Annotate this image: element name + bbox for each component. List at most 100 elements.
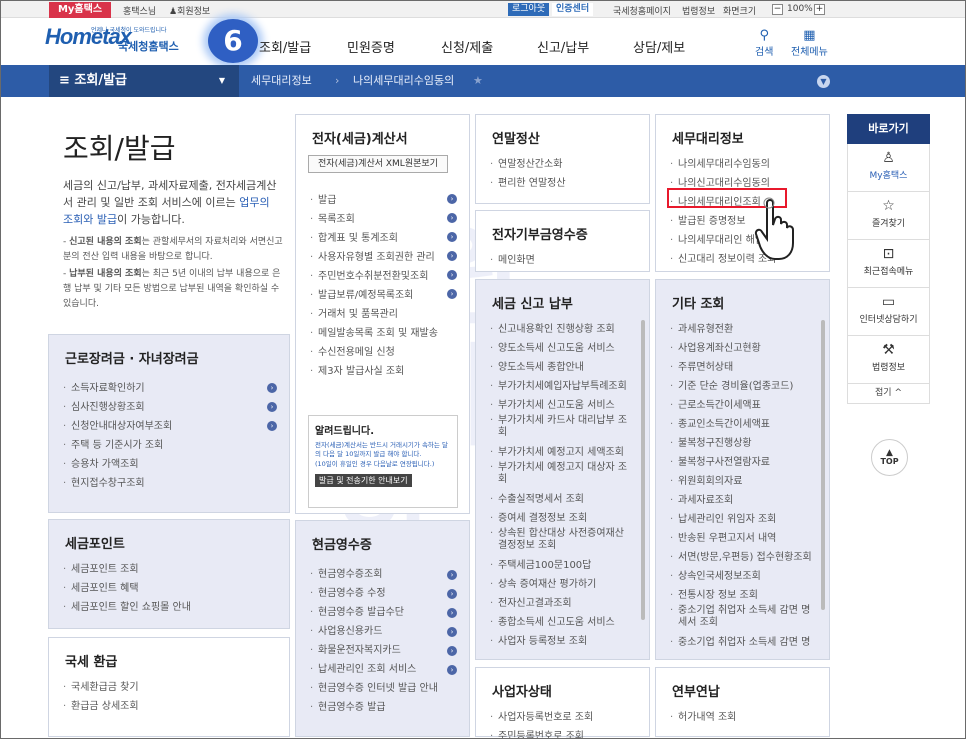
- list-item[interactable]: 부가가치세 신고도움 서비스: [476, 396, 636, 415]
- list-item[interactable]: 세금포인트 조회: [49, 560, 289, 579]
- scrollbar[interactable]: [641, 320, 645, 620]
- list-item[interactable]: 수신전용메일 신청: [296, 343, 469, 362]
- list-item[interactable]: 주택세금100문100답: [476, 556, 636, 575]
- arrow-circle-icon[interactable]: ›: [447, 232, 457, 242]
- scrollbar[interactable]: [821, 320, 825, 610]
- list-item[interactable]: 사업용신용카드: [296, 622, 469, 641]
- list-item[interactable]: 국세환급금 찾기: [49, 678, 289, 697]
- my-hometax-tab[interactable]: My홈택스: [49, 2, 111, 18]
- list-item[interactable]: 심사진행상황조회: [49, 398, 289, 417]
- breadcrumb-agent-info[interactable]: 세무대리정보: [251, 65, 312, 97]
- list-item[interactable]: 현금영수증 인터넷 발급 안내: [296, 679, 469, 698]
- arrow-circle-icon[interactable]: ›: [447, 589, 457, 599]
- favorite-star-icon[interactable]: ★: [473, 65, 483, 97]
- list-item[interactable]: 합계표 및 통계조회: [296, 229, 469, 248]
- list-item[interactable]: 불복청구사전열람자료: [656, 453, 816, 472]
- list-item[interactable]: 근로소득간이세액표: [656, 396, 816, 415]
- arrow-circle-icon[interactable]: ›: [447, 213, 457, 223]
- list-item[interactable]: 신청안내대상자여부조회: [49, 417, 289, 436]
- search-button[interactable]: ⚲ 검색: [755, 28, 773, 58]
- list-item[interactable]: 상속인국세정보조회: [656, 567, 816, 586]
- list-item[interactable]: 현금영수증 발급수단: [296, 603, 469, 622]
- arrow-circle-icon[interactable]: ›: [447, 646, 457, 656]
- list-item[interactable]: 사업용계좌신고현황: [656, 339, 816, 358]
- list-item[interactable]: 연말정산간소화: [476, 155, 649, 174]
- arrow-circle-icon[interactable]: ›: [447, 665, 457, 675]
- list-item[interactable]: 양도소득세 신고도움 서비스: [476, 339, 636, 358]
- list-item[interactable]: 반송된 우편고지서 내역: [656, 529, 816, 548]
- list-item[interactable]: 제3자 발급사실 조회: [296, 362, 469, 381]
- list-item[interactable]: 전통시장 정보 조회: [656, 586, 816, 605]
- list-item[interactable]: 납세관리인 조회 서비스: [296, 660, 469, 679]
- list-item[interactable]: 현금영수증 수정: [296, 584, 469, 603]
- list-item[interactable]: 중소기업 취업자 소득세 감면 명: [656, 633, 816, 652]
- list-item[interactable]: 과세자료조회: [656, 491, 816, 510]
- arrow-circle-icon[interactable]: ›: [267, 402, 277, 412]
- list-item[interactable]: 부가가치세 예정고지 대상자 조회: [476, 462, 636, 490]
- quick-recent-menu[interactable]: ⊡ 최근접속메뉴: [847, 240, 930, 288]
- list-item[interactable]: 전자신고결과조회: [476, 594, 636, 613]
- expand-circle-icon[interactable]: ▼: [817, 75, 830, 88]
- list-item[interactable]: 수출실적명세서 조회: [476, 490, 636, 509]
- list-item[interactable]: 허가내역 조회: [656, 708, 829, 727]
- arrow-circle-icon[interactable]: ›: [267, 421, 277, 431]
- gnav-report[interactable]: 신고/납부: [537, 37, 589, 56]
- law-info-link[interactable]: 법령정보: [682, 4, 715, 17]
- list-item[interactable]: 불복청구진행상황: [656, 434, 816, 453]
- list-item[interactable]: 납세관리인 위임자 조회: [656, 510, 816, 529]
- list-item[interactable]: 종교인소득간이세액표: [656, 415, 816, 434]
- list-item[interactable]: 현금영수증조회: [296, 565, 469, 584]
- list-item[interactable]: 부가가치세 카드사 대리납부 조회: [476, 415, 636, 443]
- logout-button[interactable]: 로그아웃: [508, 3, 550, 16]
- list-item[interactable]: 주택 등 기준시가 조회: [49, 436, 289, 455]
- xml-view-button[interactable]: 전자(세금)계산서 XML원본보기: [308, 155, 448, 173]
- list-item[interactable]: 환급금 상세조회: [49, 697, 289, 716]
- list-item[interactable]: 부가가치세 예정고지 세액조회: [476, 443, 636, 462]
- list-item[interactable]: 부가가치세예입자납부특례조회: [476, 377, 636, 396]
- section-menu-dropdown[interactable]: ≡ 조회/발급 ▼: [49, 65, 239, 97]
- fold-button[interactable]: 접기 ^: [847, 384, 930, 404]
- arrow-circle-icon[interactable]: ›: [447, 270, 457, 280]
- arrow-circle-icon[interactable]: ›: [447, 251, 457, 261]
- list-item[interactable]: 소득자료확인하기: [49, 379, 289, 398]
- arrow-circle-icon[interactable]: ›: [447, 194, 457, 204]
- quick-online-consult[interactable]: ▭ 인터넷상담하기: [847, 288, 930, 336]
- list-item[interactable]: 사업자 등록정보 조회: [476, 632, 636, 651]
- list-item[interactable]: 종합소득세 신고도움 서비스: [476, 613, 636, 632]
- list-item[interactable]: 과세유형전환: [656, 320, 816, 339]
- quick-my-hometax[interactable]: ♙ My홈택스: [847, 144, 930, 192]
- zoom-in-button[interactable]: +: [814, 4, 825, 15]
- list-item[interactable]: 중소기업 취업자 소득세 감면 명세서 조회: [656, 605, 816, 633]
- arrow-circle-icon[interactable]: ›: [267, 383, 277, 393]
- list-item[interactable]: 세금포인트 할인 쇼핑몰 안내: [49, 598, 289, 617]
- quick-law-info[interactable]: ⚒ 법령정보: [847, 336, 930, 384]
- list-item[interactable]: 나의세무대리수임동의: [656, 155, 829, 174]
- user-info-link[interactable]: ♟회원정보: [169, 4, 210, 17]
- list-item[interactable]: 세금포인트 혜택: [49, 579, 289, 598]
- list-item[interactable]: 기준 단순 경비율(업종코드): [656, 377, 816, 396]
- gnav-inquiry[interactable]: 조회/발급: [259, 37, 311, 56]
- gnav-certificate[interactable]: 민원증명: [347, 37, 395, 56]
- list-item[interactable]: 증여세 결정정보 조회: [476, 509, 636, 528]
- list-item[interactable]: 상속된 합산대상 사전증여재산 결정정보 조회: [476, 528, 636, 556]
- list-item[interactable]: 현금영수증 발급: [296, 698, 469, 717]
- list-item[interactable]: 발급보류/예정목록조회: [296, 286, 469, 305]
- list-item[interactable]: 주류면허상태: [656, 358, 816, 377]
- cert-center-link[interactable]: 인증센터: [552, 3, 594, 16]
- list-item[interactable]: 주민등록번호로 조회: [476, 727, 649, 738]
- list-item[interactable]: 사용자유형별 조회권한 관리: [296, 248, 469, 267]
- gnav-consult[interactable]: 상담/제보: [633, 37, 685, 56]
- scroll-top-button[interactable]: ▲ TOP: [871, 439, 908, 476]
- list-item[interactable]: 서면(방문,우편등) 접수현황조회: [656, 548, 816, 567]
- list-item[interactable]: 메일발송목록 조회 및 재발송: [296, 324, 469, 343]
- all-menu-button[interactable]: ▦ 전체메뉴: [791, 28, 828, 58]
- list-item[interactable]: 거래처 및 품목관리: [296, 305, 469, 324]
- list-item[interactable]: 신고내용확인 진행상황 조회: [476, 320, 636, 339]
- list-item[interactable]: 승용차 가액조회: [49, 455, 289, 474]
- quick-favorites[interactable]: ☆ 즐겨찾기: [847, 192, 930, 240]
- list-item[interactable]: 상속 증여재산 평가하기: [476, 575, 636, 594]
- list-item[interactable]: 현지접수창구조회: [49, 474, 289, 493]
- list-item[interactable]: 편리한 연말정산: [476, 174, 649, 193]
- arrow-circle-icon[interactable]: ›: [447, 570, 457, 580]
- list-item[interactable]: 주민번호수취분전환및조회: [296, 267, 469, 286]
